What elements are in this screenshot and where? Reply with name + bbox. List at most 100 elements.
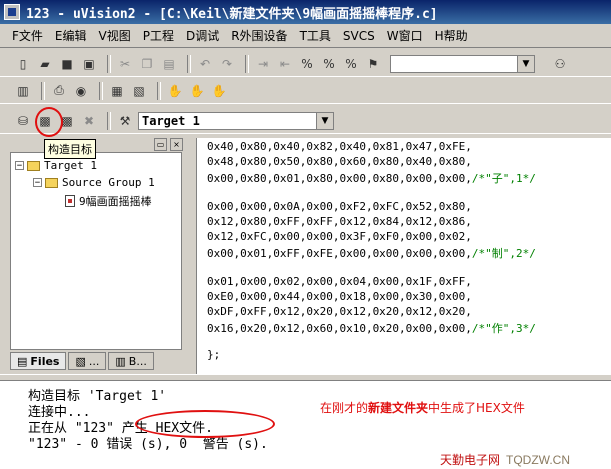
target-combo-value: Target 1 <box>142 113 200 128</box>
build-tooltip: 构造目标 <box>44 139 96 159</box>
options-icon[interactable]: ⚒ <box>116 112 134 130</box>
menu-peripherals[interactable]: R外围设备 <box>231 27 287 44</box>
debug-icon[interactable]: ◉ <box>72 82 90 100</box>
window-title: 123 - uVision2 - [C:\Keil\新建文件夹\9幅画面摇摇棒程… <box>26 6 438 22</box>
cut-icon[interactable]: ✂ <box>116 55 134 73</box>
code-editor[interactable]: 0x40,0x80,0x40,0x82,0x40,0x81,0x47,0xFE,… <box>196 138 611 374</box>
toolbar-file: ▯ ▰ ■ ▣ ✂ ❐ ▤ ↶ ↷ ⇥ ⇤ % % % ⚑ ▼ ⚇ <box>0 51 611 77</box>
highlight-circle <box>35 107 63 137</box>
menu-bar: F文件 E编辑 V视图 P工程 D调试 R外围设备 T工具 SVCS W窗口 H… <box>0 24 611 48</box>
code-line: 0xE0,0x00,0x44,0x00,0x18,0x00,0x30,0x00, <box>207 290 472 303</box>
find-combo[interactable]: ▼ <box>390 54 535 73</box>
annotation-text: 在刚才的新建文件夹中生成了HEX文件 <box>320 401 525 415</box>
hand2-icon[interactable]: ✋ <box>188 82 206 100</box>
target-folder-icon <box>27 160 40 171</box>
target-combo[interactable]: Target 1 ▼ <box>138 111 334 130</box>
regs-tab-icon: ▧ <box>75 354 86 368</box>
unindent-icon[interactable]: ⇤ <box>276 55 294 73</box>
new-file-icon[interactable]: ▯ <box>14 55 32 73</box>
menu-tools[interactable]: T工具 <box>300 27 331 44</box>
code-line: 0x00,0x01,0xFF,0xFE,0x00,0x00,0x00,0x00,… <box>207 247 536 260</box>
toolbar-separator <box>157 81 161 100</box>
menu-debug[interactable]: D调试 <box>186 27 219 44</box>
code-line: 0x40,0x80,0x40,0x82,0x40,0x81,0x47,0xFE, <box>207 140 472 153</box>
tab-books-label: B... <box>128 354 147 368</box>
panel-controls: ▭ × <box>154 138 183 151</box>
collapse-icon[interactable]: − <box>15 161 24 171</box>
tree-file[interactable]: 9幅画面摇摇棒 <box>65 193 152 209</box>
code-line: 0x00,0x00,0x0A,0x00,0xF2,0xFC,0x52,0x80, <box>207 200 472 213</box>
toolbar-separator <box>245 54 249 73</box>
menu-svcs[interactable]: SVCS <box>343 29 375 43</box>
panel-tabs: ▤ Files ▧ ... ▥ B... <box>10 352 154 370</box>
tab-files-label: Files <box>30 354 60 368</box>
project-panel: ▭ × − Target 1 − Source Group 1 9幅画面摇摇棒 … <box>6 138 190 374</box>
project-icon[interactable]: ▥ <box>14 82 32 100</box>
redo-icon[interactable]: ↷ <box>218 55 236 73</box>
undo-icon[interactable]: ↶ <box>196 55 214 73</box>
menu-file[interactable]: F文件 <box>12 27 43 44</box>
find-in-files-icon[interactable]: ⚑ <box>364 55 382 73</box>
binoculars-icon[interactable]: ⚇ <box>551 55 569 73</box>
code-line: 0x00,0x80,0x01,0x80,0x00,0x80,0x00,0x00,… <box>207 172 536 185</box>
save-all-icon[interactable]: ▣ <box>80 55 98 73</box>
toolbar-separator <box>107 111 111 130</box>
tree-group-label: Source Group 1 <box>62 176 155 189</box>
code-line: 0x01,0x00,0x02,0x00,0x04,0x00,0x1F,0xFF, <box>207 275 472 288</box>
group-folder-icon <box>45 177 58 188</box>
bookmark-prev-icon[interactable]: % <box>320 55 338 73</box>
save-icon[interactable]: ■ <box>58 55 76 73</box>
code-line: }; <box>207 348 221 361</box>
highlight-circle <box>135 410 275 438</box>
bookmark-icon[interactable]: % <box>298 55 316 73</box>
panel-float-icon[interactable]: ▭ <box>154 138 167 151</box>
code-line: 0x16,0x20,0x12,0x60,0x10,0x20,0x00,0x00,… <box>207 322 536 335</box>
tree-group[interactable]: − Source Group 1 <box>33 176 155 189</box>
bookmark-next-icon[interactable]: % <box>342 55 360 73</box>
toolbar-separator <box>187 54 191 73</box>
output-window: 构造目标 'Target 1' 连接中... 正在从 "123" 产生 HEX文… <box>0 380 611 469</box>
title-bar: 123 - uVision2 - [C:\Keil\新建文件夹\9幅画面摇摇棒程… <box>0 0 611 24</box>
toolbar-separator <box>107 54 111 73</box>
hand3-icon[interactable]: ✋ <box>210 82 228 100</box>
translate-icon[interactable]: ⛁ <box>14 112 32 130</box>
window-icon[interactable]: ▦ <box>108 82 126 100</box>
c-file-icon <box>65 195 75 207</box>
menu-window[interactable]: W窗口 <box>387 27 423 44</box>
open-folder-icon[interactable]: ▰ <box>36 55 54 73</box>
menu-project[interactable]: P工程 <box>143 27 174 44</box>
hand-icon[interactable]: ✋ <box>166 82 184 100</box>
tab-regs-label: ... <box>88 354 100 368</box>
tab-regs[interactable]: ▧ ... <box>68 352 107 370</box>
tree-file-label: 9幅画面摇摇棒 <box>79 195 152 208</box>
stop-build-icon[interactable]: ✖ <box>80 112 98 130</box>
menu-help[interactable]: H帮助 <box>435 27 468 44</box>
toolbar-view: ▥ ⎙ ◉ ▦ ▧ ✋ ✋ ✋ <box>0 78 611 104</box>
code-line: 0xDF,0xFF,0x12,0x20,0x12,0x20,0x12,0x20, <box>207 305 472 318</box>
books-tab-icon: ▥ <box>115 354 126 368</box>
toolbar-build: ⛁ ▩ ▩ ✖ ⚒ Target 1 ▼ <box>0 108 611 134</box>
menu-view[interactable]: V视图 <box>99 27 131 44</box>
code-line: 0x48,0x80,0x50,0x80,0x60,0x80,0x40,0x80, <box>207 155 472 168</box>
collapse-icon[interactable]: − <box>33 178 42 188</box>
uvision-app-icon <box>4 4 20 20</box>
image-icon[interactable]: ▧ <box>130 82 148 100</box>
watermark: 天勤电子网 TQDZW.CN <box>440 453 571 467</box>
chevron-down-icon[interactable]: ▼ <box>517 55 534 72</box>
tab-files[interactable]: ▤ Files <box>10 352 67 370</box>
print-icon[interactable]: ⎙ <box>50 82 68 100</box>
menu-edit[interactable]: E编辑 <box>55 27 87 44</box>
chevron-down-icon[interactable]: ▼ <box>316 112 333 129</box>
project-tree: − Target 1 − Source Group 1 9幅画面摇摇棒 <box>10 152 182 350</box>
indent-icon[interactable]: ⇥ <box>254 55 272 73</box>
toolbar-separator <box>99 81 103 100</box>
close-icon[interactable]: × <box>170 138 183 151</box>
tab-books[interactable]: ▥ B... <box>108 352 154 370</box>
code-line: 0x12,0x80,0xFF,0xFF,0x12,0x84,0x12,0x86, <box>207 215 472 228</box>
tree-target[interactable]: − Target 1 <box>15 159 97 172</box>
tree-target-label: Target 1 <box>44 159 97 172</box>
copy-icon[interactable]: ❐ <box>138 55 156 73</box>
paste-icon[interactable]: ▤ <box>160 55 178 73</box>
files-tab-icon: ▤ <box>17 354 28 368</box>
code-line: 0x12,0xFC,0x00,0x00,0x3F,0xF0,0x00,0x02, <box>207 230 472 243</box>
